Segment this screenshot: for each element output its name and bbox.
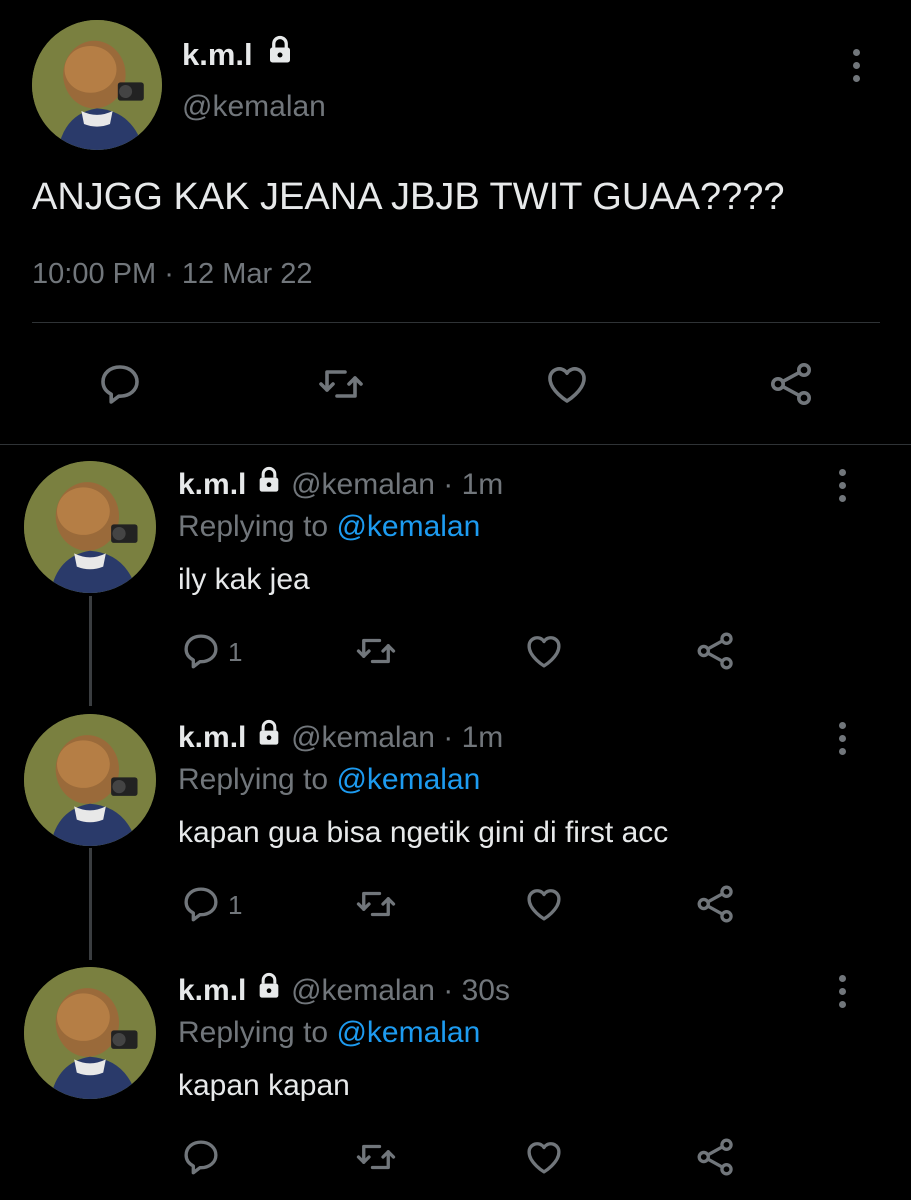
share-icon[interactable] — [768, 360, 816, 408]
avatar[interactable] — [24, 461, 156, 593]
avatar-photo-icon — [32, 20, 162, 150]
lock-icon — [255, 466, 283, 502]
avatar[interactable] — [24, 714, 156, 846]
tweet-date[interactable]: 12 Mar 22 — [182, 258, 313, 290]
retweet-icon[interactable] — [354, 1136, 398, 1178]
retweet-icon[interactable] — [354, 883, 398, 925]
reply-count: 1 — [228, 637, 243, 667]
divider — [32, 322, 880, 323]
display-name[interactable]: k.m.l — [178, 468, 246, 501]
reply-header: k.m.l @kemalan · 1m — [178, 466, 504, 502]
reply-header: k.m.l @kemalan · 1m — [178, 719, 504, 755]
thread-line — [89, 848, 92, 960]
lock-icon — [255, 972, 283, 1008]
lock-icon — [265, 35, 295, 72]
separator: · — [434, 721, 462, 754]
reply-text: ily kak jea — [178, 563, 310, 596]
avatar-photo-icon — [24, 714, 156, 846]
more-icon[interactable] — [839, 975, 846, 1008]
reply-age[interactable]: 1m — [462, 468, 504, 501]
like-icon[interactable] — [523, 883, 565, 925]
author-name-row: k.m.l — [182, 35, 295, 72]
avatar-photo-icon — [24, 461, 156, 593]
display-name[interactable]: k.m.l — [178, 721, 246, 754]
avatar[interactable] — [32, 20, 162, 150]
avatar[interactable] — [24, 967, 156, 1099]
more-icon[interactable] — [853, 49, 860, 82]
retweet-icon[interactable] — [316, 360, 366, 408]
lock-icon — [255, 719, 283, 755]
reply-header: k.m.l @kemalan · 30s — [178, 972, 510, 1008]
share-icon[interactable] — [695, 1136, 737, 1178]
like-icon[interactable] — [543, 360, 591, 408]
replying-to-link[interactable]: @kemalan — [336, 510, 480, 543]
separator: · — [434, 974, 462, 1007]
section-divider — [0, 444, 911, 445]
avatar-photo-icon — [24, 967, 156, 1099]
handle[interactable]: @kemalan — [291, 974, 435, 1007]
share-icon[interactable] — [695, 630, 737, 672]
replying-to-link[interactable]: @kemalan — [336, 763, 480, 796]
reply-text: kapan gua bisa ngetik gini di first acc — [178, 816, 669, 849]
separator: · — [156, 258, 182, 290]
tweet-time[interactable]: 10:00 PM — [32, 258, 156, 290]
separator: · — [434, 468, 462, 501]
replying-to-link[interactable]: @kemalan — [336, 1016, 480, 1049]
like-icon[interactable] — [523, 1136, 565, 1178]
reply-text: kapan kapan — [178, 1069, 350, 1102]
reply-icon[interactable] — [96, 360, 144, 408]
tweet-text: ANJGG KAK JEANA JBJB TWIT GUAA???? — [32, 176, 785, 218]
handle[interactable]: @kemalan — [291, 468, 435, 501]
handle[interactable]: @kemalan — [182, 90, 326, 124]
reply-age[interactable]: 30s — [462, 974, 510, 1007]
replying-to: Replying to @kemalan — [178, 510, 480, 544]
thread-line — [89, 596, 92, 706]
like-icon[interactable] — [523, 630, 565, 672]
replying-prefix: Replying to — [178, 1016, 337, 1049]
more-icon[interactable] — [839, 469, 846, 502]
share-icon[interactable] — [695, 883, 737, 925]
replying-to: Replying to @kemalan — [178, 763, 480, 797]
handle[interactable]: @kemalan — [291, 721, 435, 754]
replying-to: Replying to @kemalan — [178, 1016, 480, 1050]
reply-count: 1 — [228, 890, 243, 920]
replying-prefix: Replying to — [178, 510, 337, 543]
reply-icon[interactable] — [180, 630, 222, 672]
reply-icon[interactable] — [180, 1136, 222, 1178]
display-name[interactable]: k.m.l — [178, 974, 246, 1007]
reply-age[interactable]: 1m — [462, 721, 504, 754]
timestamp: 10:00 PM · 12 Mar 22 — [32, 258, 313, 291]
display-name[interactable]: k.m.l — [182, 37, 253, 72]
replying-prefix: Replying to — [178, 763, 337, 796]
reply-icon[interactable] — [180, 883, 222, 925]
retweet-icon[interactable] — [354, 630, 398, 672]
more-icon[interactable] — [839, 722, 846, 755]
